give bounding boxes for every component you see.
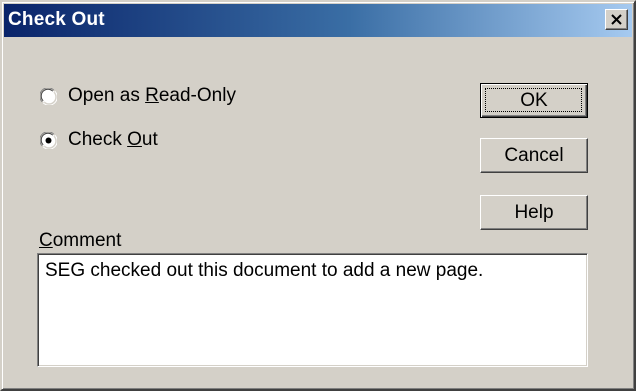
radio-open-read-only-label: Open as Read-Only bbox=[68, 85, 236, 106]
close-button[interactable] bbox=[605, 9, 628, 30]
radio-check-out[interactable]: Check Out bbox=[40, 127, 158, 153]
close-icon bbox=[611, 14, 622, 25]
cancel-button-label: Cancel bbox=[504, 144, 564, 166]
radio-button-icon[interactable] bbox=[40, 87, 57, 105]
ok-button[interactable]: OK bbox=[480, 83, 588, 118]
dialog-title: Check Out bbox=[8, 9, 105, 30]
comment-label: Comment bbox=[39, 230, 122, 251]
title-bar[interactable]: Check Out bbox=[4, 4, 632, 37]
help-button[interactable]: Help bbox=[480, 195, 588, 230]
radio-check-out-label: Check Out bbox=[68, 129, 158, 150]
radio-button-icon[interactable] bbox=[40, 131, 57, 149]
check-out-dialog: Check Out Open as Read-Only Check Out OK… bbox=[0, 0, 636, 391]
cancel-button[interactable]: Cancel bbox=[480, 138, 588, 173]
help-button-label: Help bbox=[514, 201, 554, 223]
radio-open-read-only[interactable]: Open as Read-Only bbox=[40, 83, 236, 109]
comment-textarea[interactable]: SEG checked out this document to add a n… bbox=[37, 253, 588, 367]
focus-rectangle bbox=[485, 88, 582, 112]
